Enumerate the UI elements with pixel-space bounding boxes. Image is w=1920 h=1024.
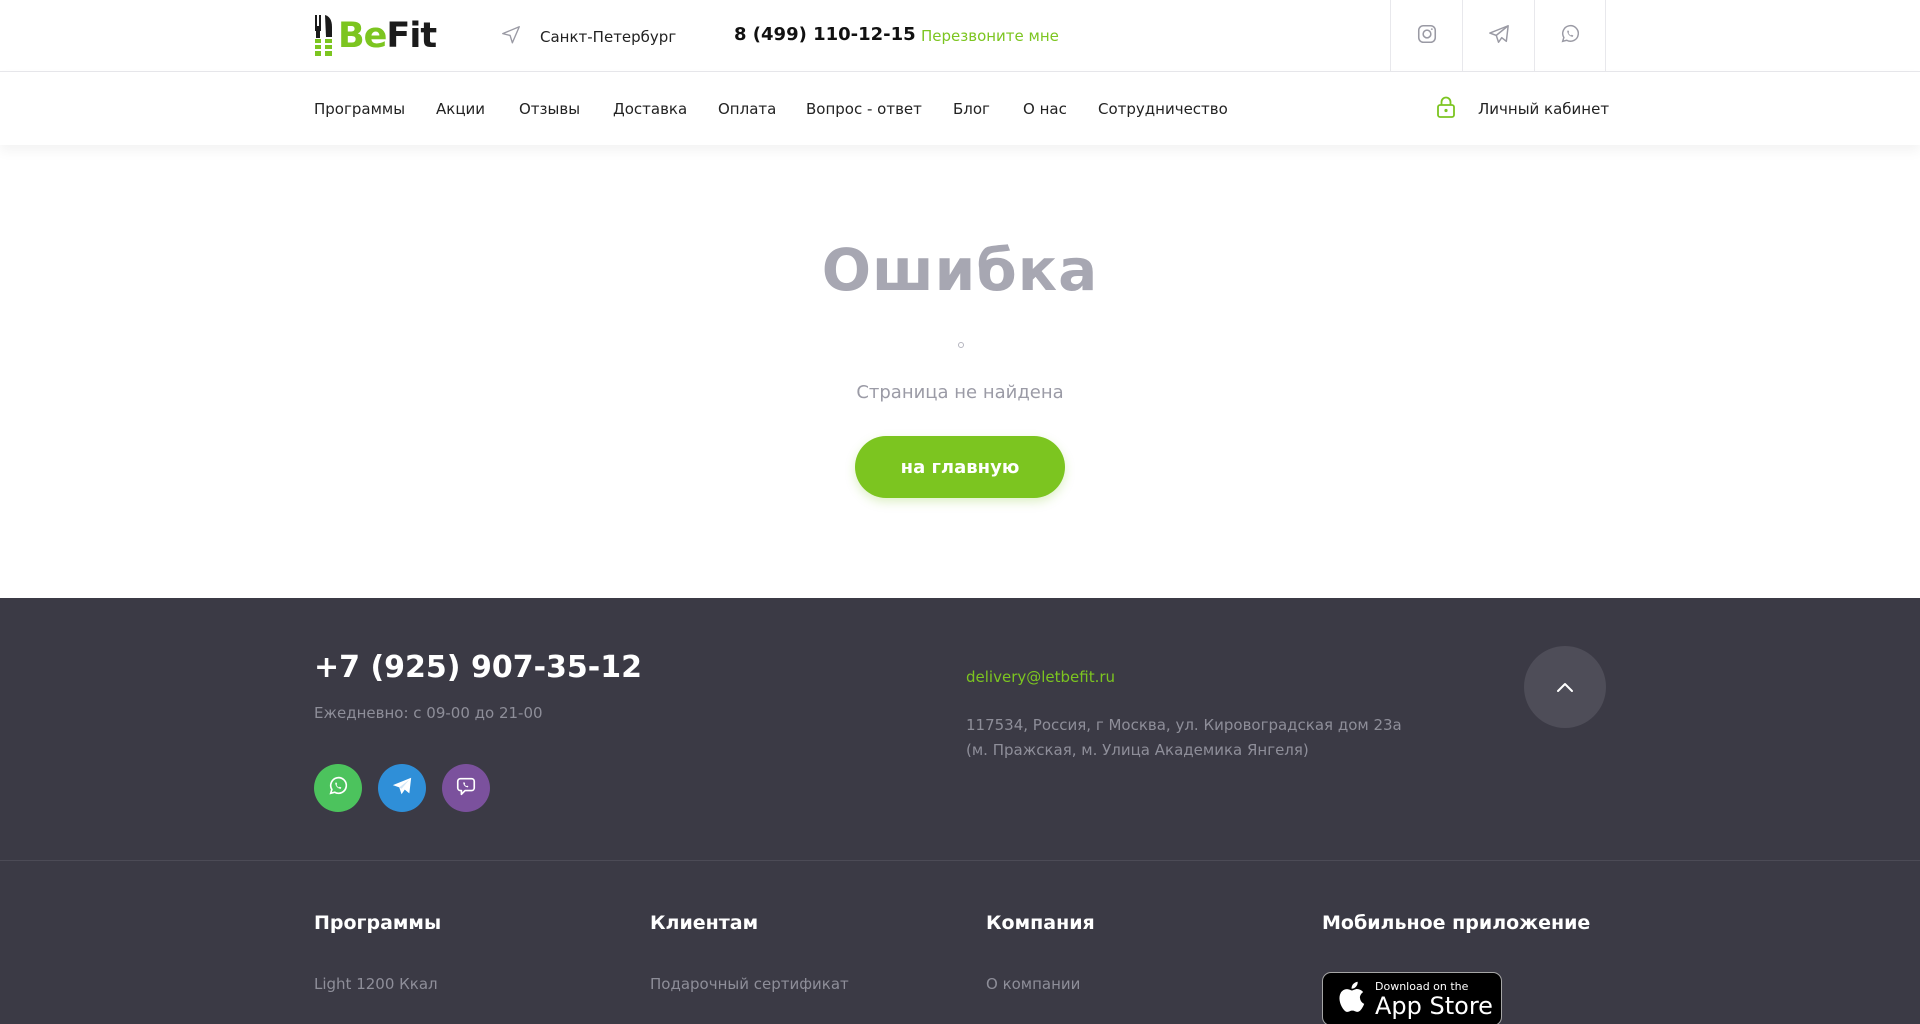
telegram-icon	[391, 775, 413, 801]
app-store-small-text: Download on the	[1375, 979, 1469, 993]
instagram-icon	[1416, 23, 1438, 49]
footer-col-clients-title: Клиентам	[650, 912, 759, 934]
footer-col-company-title: Компания	[986, 912, 1095, 934]
viber-icon	[455, 775, 477, 801]
error-title: Ошибка	[821, 236, 1099, 304]
error-subtitle: Страница не найдена	[856, 382, 1064, 403]
main-nav: Программы Акции Отзывы Доставка Оплата В…	[0, 72, 1920, 145]
location-arrow-icon	[500, 24, 540, 50]
footer-address-line2: (м. Пражская, м. Улица Академика Янгеля)	[966, 741, 1309, 759]
footer-whatsapp-button[interactable]	[314, 764, 362, 812]
footer-hours: Ежедневно: с 09-00 до 21-00	[314, 704, 543, 722]
app-store-big-text: App Store	[1375, 991, 1493, 1020]
footer-viber-button[interactable]	[442, 764, 490, 812]
home-button[interactable]: на главную	[855, 436, 1065, 498]
city-label: Санкт-Петербург	[540, 28, 677, 46]
header-instagram-button[interactable]	[1390, 0, 1462, 72]
app-store-text: Download on the App Store	[1375, 981, 1493, 1018]
nav-item-promotions[interactable]: Акции	[436, 100, 485, 118]
nav-item-reviews[interactable]: Отзывы	[519, 100, 580, 118]
callback-link[interactable]: Перезвоните мне	[921, 27, 1059, 45]
footer-link-gift-certificate[interactable]: Подарочный сертификат	[650, 975, 849, 993]
city-selector[interactable]: Санкт-Петербург	[500, 24, 676, 50]
footer-col-programs-title: Программы	[314, 912, 442, 934]
logo-text: BeFit	[338, 15, 437, 56]
nav-item-faq[interactable]: Вопрос - ответ	[806, 100, 922, 118]
footer-divider	[0, 860, 1920, 861]
divider-dot	[958, 342, 964, 348]
logo[interactable]: BeFit	[314, 14, 437, 58]
cabinet-label: Личный кабинет	[1478, 100, 1610, 118]
footer-link-light-1200[interactable]: Light 1200 Ккал	[314, 975, 438, 993]
app-store-badge[interactable]: Download on the App Store	[1322, 972, 1502, 1024]
footer-link-about-company[interactable]: О компании	[986, 975, 1080, 993]
apple-icon	[1337, 980, 1365, 1018]
personal-cabinet-link[interactable]: Личный кабинет	[1436, 96, 1609, 122]
whatsapp-icon	[327, 775, 349, 801]
header-telegram-button[interactable]	[1462, 0, 1534, 72]
telegram-icon	[1488, 23, 1510, 49]
whatsapp-icon	[1559, 23, 1581, 49]
footer-phone[interactable]: +7 (925) 907-35-12	[314, 650, 642, 685]
footer: +7 (925) 907-35-12 Ежедневно: с 09-00 до…	[0, 598, 1920, 1024]
footer-telegram-button[interactable]	[378, 764, 426, 812]
footer-address-line1: 117534, Россия, г Москва, ул. Кировоград…	[966, 716, 1402, 734]
nav-item-blog[interactable]: Блог	[953, 100, 990, 118]
scroll-to-top-button[interactable]	[1524, 646, 1606, 728]
nav-item-delivery[interactable]: Доставка	[613, 100, 687, 118]
chevron-up-icon	[1555, 678, 1575, 697]
footer-email[interactable]: delivery@letbefit.ru	[966, 668, 1115, 686]
footer-col-app-title: Мобильное приложение	[1322, 912, 1591, 934]
nav-item-partnership[interactable]: Сотрудничество	[1098, 100, 1228, 118]
header-whatsapp-button[interactable]	[1534, 0, 1606, 72]
nav-item-programs[interactable]: Программы	[314, 100, 405, 118]
header-phone[interactable]: 8 (499) 110-12-15	[734, 24, 916, 45]
lock-icon	[1436, 96, 1478, 122]
fork-logo-icon	[314, 15, 334, 57]
top-header: BeFit Санкт-Петербург 8 (499) 110-12-15 …	[0, 0, 1920, 72]
nav-item-about[interactable]: О нас	[1023, 100, 1067, 118]
nav-item-payment[interactable]: Оплата	[718, 100, 776, 118]
